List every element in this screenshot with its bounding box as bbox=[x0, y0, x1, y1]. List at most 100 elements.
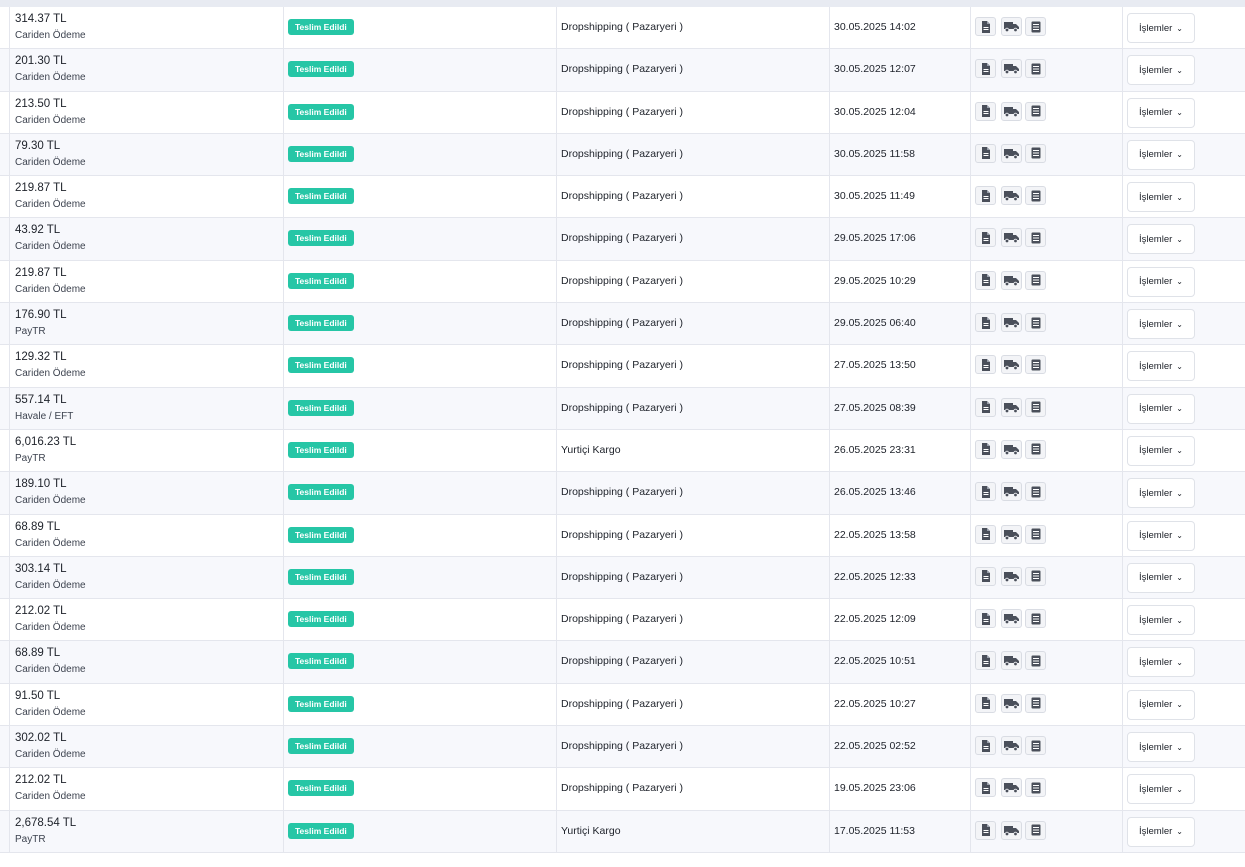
truck-icon[interactable] bbox=[1001, 693, 1022, 713]
list-icon[interactable] bbox=[1025, 313, 1046, 333]
document-icon[interactable] bbox=[975, 820, 996, 840]
status-cell: Teslim Edildi bbox=[284, 176, 557, 218]
actions-dropdown-button[interactable]: İşlemler ⌄ bbox=[1127, 605, 1195, 636]
truck-icon[interactable] bbox=[1001, 482, 1022, 502]
order-date: 26.05.2025 13:46 bbox=[834, 486, 916, 499]
list-icon[interactable] bbox=[1025, 693, 1046, 713]
actions-dropdown-button[interactable]: İşlemler ⌄ bbox=[1127, 266, 1195, 297]
document-icon[interactable] bbox=[975, 439, 996, 459]
document-icon[interactable] bbox=[975, 651, 996, 671]
truck-icon[interactable] bbox=[1001, 228, 1022, 248]
truck-icon[interactable] bbox=[1001, 566, 1022, 586]
list-icon[interactable] bbox=[1025, 186, 1046, 206]
list-icon[interactable] bbox=[1025, 59, 1046, 79]
status-badge: Teslim Edildi bbox=[288, 19, 354, 35]
truck-icon[interactable] bbox=[1001, 524, 1022, 544]
actions-dropdown-button[interactable]: İşlemler ⌄ bbox=[1127, 647, 1195, 678]
document-icon[interactable] bbox=[975, 736, 996, 756]
actions-dropdown-button[interactable]: İşlemler ⌄ bbox=[1127, 435, 1195, 466]
document-icon[interactable] bbox=[975, 609, 996, 629]
document-icon[interactable] bbox=[975, 693, 996, 713]
actions-dropdown-button[interactable]: İşlemler ⌄ bbox=[1127, 520, 1195, 551]
list-icon[interactable] bbox=[1025, 651, 1046, 671]
date-cell: 30.05.2025 12:04 bbox=[830, 91, 971, 133]
table-row: 79.30 TL Cariden Ödeme Teslim Edildi Dro… bbox=[0, 133, 1245, 177]
actions-dropdown-button[interactable]: İşlemler ⌄ bbox=[1127, 97, 1195, 128]
truck-icon[interactable] bbox=[1001, 736, 1022, 756]
actions-dropdown-button[interactable]: İşlemler ⌄ bbox=[1127, 13, 1195, 43]
list-icon[interactable] bbox=[1025, 609, 1046, 629]
truck-icon[interactable] bbox=[1001, 355, 1022, 375]
list-icon[interactable] bbox=[1025, 397, 1046, 417]
actions-dropdown-button[interactable]: İşlemler ⌄ bbox=[1127, 774, 1195, 805]
document-icon[interactable] bbox=[975, 101, 996, 121]
document-icon[interactable] bbox=[975, 482, 996, 502]
status-badge: Teslim Edildi bbox=[288, 145, 354, 162]
document-icon[interactable] bbox=[975, 397, 996, 417]
actions-cell: İşlemler ⌄ bbox=[1123, 176, 1245, 217]
actions-dropdown-button[interactable]: İşlemler ⌄ bbox=[1127, 562, 1195, 593]
status-cell: Teslim Edildi bbox=[284, 768, 557, 810]
payment-method: Cariden Ödeme bbox=[15, 664, 86, 676]
actions-dropdown-button[interactable]: İşlemler ⌄ bbox=[1127, 393, 1195, 424]
truck-icon[interactable] bbox=[1001, 397, 1022, 417]
document-icon[interactable] bbox=[975, 566, 996, 586]
actions-label: İşlemler bbox=[1139, 318, 1173, 330]
quick-actions-cell bbox=[971, 133, 1123, 176]
actions-label: İşlemler bbox=[1139, 826, 1173, 838]
actions-dropdown-button[interactable]: İşlemler ⌄ bbox=[1127, 351, 1195, 382]
list-icon[interactable] bbox=[1025, 778, 1046, 798]
list-icon[interactable] bbox=[1025, 101, 1046, 121]
truck-icon[interactable] bbox=[1001, 651, 1022, 671]
list-icon[interactable] bbox=[1025, 17, 1046, 36]
truck-icon[interactable] bbox=[1001, 439, 1022, 459]
document-icon[interactable] bbox=[975, 59, 996, 79]
document-icon[interactable] bbox=[975, 270, 996, 290]
actions-label: İşlemler bbox=[1139, 64, 1173, 76]
actions-dropdown-button[interactable]: İşlemler ⌄ bbox=[1127, 689, 1195, 720]
document-icon[interactable] bbox=[975, 143, 996, 163]
list-icon[interactable] bbox=[1025, 736, 1046, 756]
truck-icon[interactable] bbox=[1001, 270, 1022, 290]
truck-icon[interactable] bbox=[1001, 609, 1022, 629]
document-icon[interactable] bbox=[975, 778, 996, 798]
document-icon[interactable] bbox=[975, 355, 996, 375]
actions-cell: İşlemler ⌄ bbox=[1123, 92, 1245, 133]
row-select-cell bbox=[0, 429, 10, 472]
amount-cell: 2,678.54 TL PayTR bbox=[10, 810, 284, 852]
actions-dropdown-button[interactable]: İşlemler ⌄ bbox=[1127, 816, 1195, 847]
truck-icon[interactable] bbox=[1001, 17, 1022, 36]
list-icon[interactable] bbox=[1025, 228, 1046, 248]
actions-dropdown-button[interactable]: İşlemler ⌄ bbox=[1127, 224, 1195, 255]
list-icon[interactable] bbox=[1025, 524, 1046, 544]
truck-icon[interactable] bbox=[1001, 143, 1022, 163]
truck-icon[interactable] bbox=[1001, 778, 1022, 798]
chevron-down-icon: ⌄ bbox=[1176, 657, 1183, 667]
actions-dropdown-button[interactable]: İşlemler ⌄ bbox=[1127, 182, 1195, 213]
list-icon[interactable] bbox=[1025, 439, 1046, 459]
truck-icon[interactable] bbox=[1001, 186, 1022, 206]
actions-dropdown-button[interactable]: İşlemler ⌄ bbox=[1127, 309, 1195, 340]
truck-icon[interactable] bbox=[1001, 313, 1022, 333]
document-icon[interactable] bbox=[975, 17, 996, 36]
truck-icon[interactable] bbox=[1001, 59, 1022, 79]
actions-dropdown-button[interactable]: İşlemler ⌄ bbox=[1127, 732, 1195, 763]
document-icon[interactable] bbox=[975, 186, 996, 206]
truck-icon[interactable] bbox=[1001, 101, 1022, 121]
document-icon[interactable] bbox=[975, 524, 996, 544]
list-icon[interactable] bbox=[1025, 270, 1046, 290]
list-icon[interactable] bbox=[1025, 820, 1046, 840]
document-icon[interactable] bbox=[975, 228, 996, 248]
document-icon[interactable] bbox=[975, 313, 996, 333]
list-icon[interactable] bbox=[1025, 566, 1046, 586]
status-cell: Teslim Edildi bbox=[284, 810, 557, 852]
actions-dropdown-button[interactable]: İşlemler ⌄ bbox=[1127, 139, 1195, 170]
list-icon[interactable] bbox=[1025, 482, 1046, 502]
list-icon[interactable] bbox=[1025, 355, 1046, 375]
amount-cell: 79.30 TL Cariden Ödeme bbox=[10, 133, 284, 176]
actions-dropdown-button[interactable]: İşlemler ⌄ bbox=[1127, 478, 1195, 509]
list-icon[interactable] bbox=[1025, 143, 1046, 163]
truck-icon[interactable] bbox=[1001, 820, 1022, 840]
row-select-cell bbox=[0, 7, 10, 49]
actions-dropdown-button[interactable]: İşlemler ⌄ bbox=[1127, 55, 1195, 86]
